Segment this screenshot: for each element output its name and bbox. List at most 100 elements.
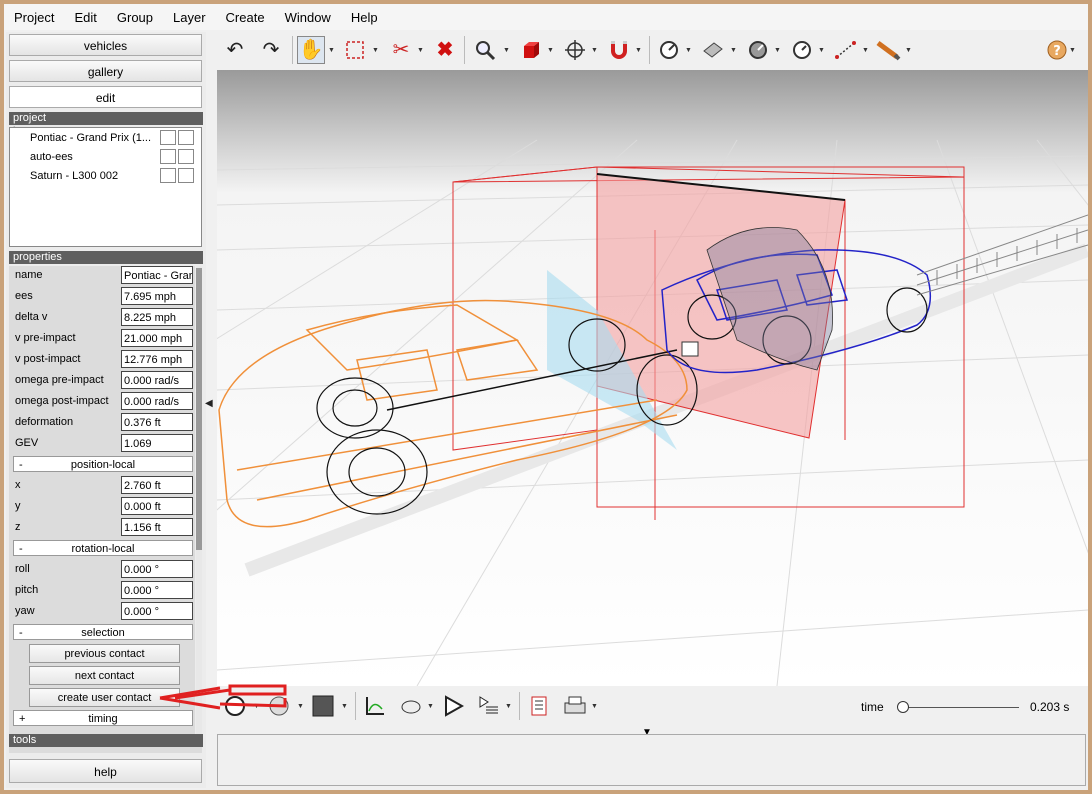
- visibility-checkbox[interactable]: [160, 168, 176, 183]
- rotation-local-group[interactable]: - rotation-local: [13, 540, 193, 556]
- property-label: y: [15, 500, 21, 512]
- dial-icon[interactable]: [744, 36, 772, 64]
- property-row: deformation 0.376 ft: [13, 413, 195, 432]
- previous-contact-button[interactable]: previous contact: [29, 644, 180, 663]
- gauge-icon[interactable]: [655, 36, 683, 64]
- move-icon[interactable]: [561, 36, 589, 64]
- property-value-field[interactable]: 12.776 mph: [121, 350, 193, 368]
- chevron-down-icon[interactable]: ▼: [547, 47, 554, 54]
- time-value: 0.203 s: [1030, 700, 1070, 714]
- list-icon[interactable]: [475, 692, 503, 720]
- chevron-down-icon[interactable]: ▼: [427, 703, 434, 710]
- pencil-icon[interactable]: [874, 36, 902, 64]
- project-tabs: projectlayers: [9, 112, 203, 138]
- hand-icon[interactable]: ✋: [297, 36, 325, 64]
- menu-edit[interactable]: Edit: [64, 10, 106, 25]
- magnet-icon[interactable]: [605, 36, 633, 64]
- group-title: position-local: [70, 459, 136, 471]
- time-slider-handle[interactable]: [897, 701, 909, 713]
- chevron-down-icon[interactable]: ▼: [591, 47, 598, 54]
- property-value-field[interactable]: 21.000 mph: [121, 329, 193, 347]
- chevron-down-icon[interactable]: ▼: [862, 47, 869, 54]
- lock-checkbox[interactable]: [178, 130, 194, 145]
- scrollbar-thumb[interactable]: [196, 268, 202, 550]
- property-row: delta v 8.225 mph: [13, 308, 195, 327]
- property-value-field[interactable]: 0.000 rad/s: [121, 371, 193, 389]
- menu-project[interactable]: Project: [4, 10, 64, 25]
- expand-toggle[interactable]: +: [19, 711, 25, 727]
- collapse-toggle[interactable]: -: [19, 625, 23, 641]
- visibility-checkbox[interactable]: [160, 130, 176, 145]
- chevron-down-icon[interactable]: ▼: [730, 47, 737, 54]
- time-slider-track[interactable]: [903, 707, 1019, 708]
- visibility-checkbox[interactable]: [160, 149, 176, 164]
- property-label: v pre-impact: [15, 332, 76, 344]
- help-button[interactable]: help: [9, 759, 202, 783]
- position-local-group[interactable]: - position-local: [13, 456, 193, 472]
- property-value-field[interactable]: 0.000 °: [121, 581, 193, 599]
- property-value-field[interactable]: 0.000 °: [121, 602, 193, 620]
- chevron-down-icon[interactable]: ▼: [685, 47, 692, 54]
- scene-canvas[interactable]: [217, 70, 1088, 686]
- lock-checkbox[interactable]: [178, 149, 194, 164]
- property-value-field[interactable]: 2.760 ft: [121, 476, 193, 494]
- chevron-down-icon[interactable]: ▼: [591, 703, 598, 710]
- chevron-down-icon[interactable]: ▼: [1069, 47, 1076, 54]
- collapse-toggle[interactable]: -: [19, 457, 23, 473]
- graph-icon[interactable]: [361, 692, 389, 720]
- cube-icon[interactable]: [517, 36, 545, 64]
- project-item-label: Pontiac - Grand Prix (1...: [30, 131, 152, 144]
- chevron-down-icon[interactable]: ▼: [417, 47, 424, 54]
- chevron-down-icon[interactable]: ▼: [818, 47, 825, 54]
- menu-help[interactable]: Help: [341, 10, 388, 25]
- chevron-down-icon[interactable]: ▼: [372, 47, 379, 54]
- chevron-down-icon[interactable]: ▼: [905, 47, 912, 54]
- selection-group[interactable]: - selection: [13, 624, 193, 640]
- print-icon[interactable]: [561, 692, 589, 720]
- select-rect-icon[interactable]: [341, 36, 369, 64]
- menu-window[interactable]: Window: [275, 10, 341, 25]
- vehicles-button[interactable]: vehicles: [9, 34, 202, 56]
- property-value-field[interactable]: 0.000 °: [121, 560, 193, 578]
- animal-icon[interactable]: [397, 692, 425, 720]
- property-value-field[interactable]: 1.069: [121, 434, 193, 452]
- chevron-down-icon[interactable]: ▼: [635, 47, 642, 54]
- menu-create[interactable]: Create: [216, 10, 275, 25]
- close-red-x-icon[interactable]: ✖: [431, 36, 459, 64]
- chevron-down-icon[interactable]: ▼: [503, 47, 510, 54]
- tab-project[interactable]: project: [9, 112, 105, 125]
- zoom-icon[interactable]: [471, 36, 499, 64]
- property-value-field[interactable]: 0.376 ft: [121, 413, 193, 431]
- list-item[interactable]: auto-ees: [10, 147, 201, 166]
- gallery-button[interactable]: gallery: [9, 60, 202, 82]
- chevron-down-icon[interactable]: ▼: [328, 47, 335, 54]
- property-value-field[interactable]: 0.000 ft: [121, 497, 193, 515]
- 3d-viewport[interactable]: [217, 70, 1088, 686]
- chevron-down-icon[interactable]: ▼: [505, 703, 512, 710]
- delete-x-icon[interactable]: ✂: [387, 36, 415, 64]
- property-label: yaw: [15, 605, 35, 617]
- property-value-field[interactable]: 7.695 mph: [121, 287, 193, 305]
- help-icon[interactable]: ?: [1043, 36, 1071, 64]
- list-item[interactable]: Saturn - L300 002: [10, 166, 201, 185]
- list-item[interactable]: Pontiac - Grand Prix (1...: [10, 128, 201, 147]
- undo-icon[interactable]: ↶: [221, 36, 249, 64]
- property-value-field[interactable]: 0.000 rad/s: [121, 392, 193, 410]
- measure-icon[interactable]: [832, 36, 860, 64]
- chevron-down-icon[interactable]: ▼: [774, 47, 781, 54]
- edit-button[interactable]: edit: [9, 86, 202, 108]
- collapse-panel-icon[interactable]: ◀: [205, 398, 215, 418]
- report-icon[interactable]: [525, 692, 553, 720]
- property-value-field[interactable]: 1.156 ft: [121, 518, 193, 536]
- property-value-field[interactable]: 8.225 mph: [121, 308, 193, 326]
- redo-icon[interactable]: ↷: [257, 36, 285, 64]
- play-icon[interactable]: [439, 692, 467, 720]
- menu-group[interactable]: Group: [107, 10, 163, 25]
- collapse-toggle[interactable]: -: [19, 541, 23, 557]
- property-value-field[interactable]: Pontiac - Grar: [121, 266, 193, 284]
- compass-icon[interactable]: [788, 36, 816, 64]
- property-row: pitch 0.000 °: [13, 581, 195, 600]
- menu-layer[interactable]: Layer: [163, 10, 216, 25]
- surface-icon[interactable]: [699, 36, 727, 64]
- lock-checkbox[interactable]: [178, 168, 194, 183]
